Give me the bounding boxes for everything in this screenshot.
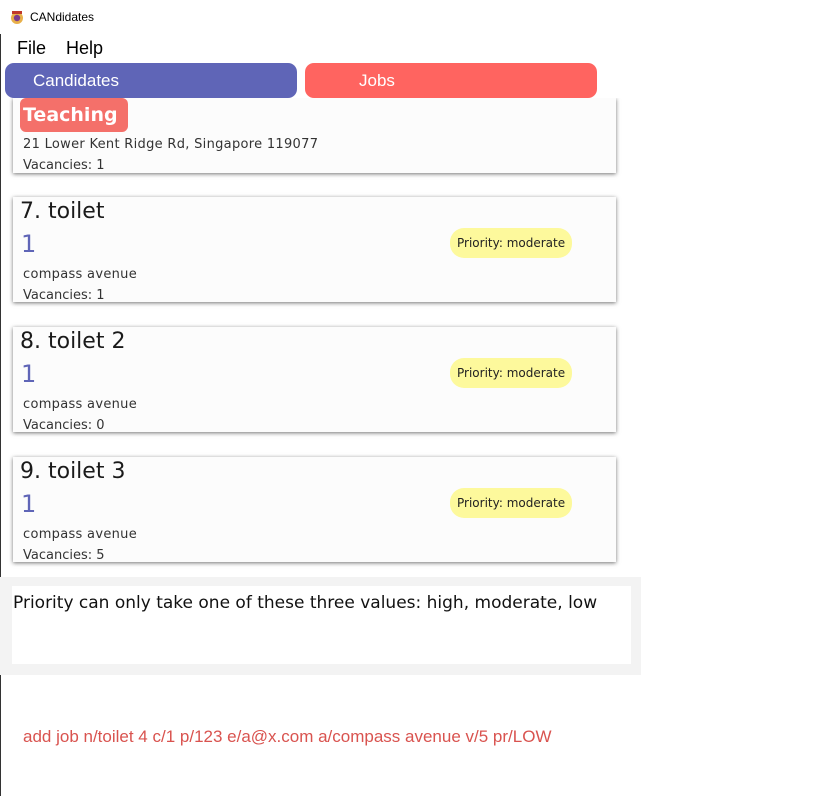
job-address: compass avenue — [23, 397, 137, 412]
result-message: Priority can only take one of these thre… — [13, 593, 598, 613]
app-logo-icon — [11, 11, 23, 24]
job-title: 7. toilet — [20, 199, 105, 224]
title-bar: CANdidates — [0, 0, 840, 34]
tag-badge: Teaching — [20, 98, 128, 132]
window-title: CANdidates — [30, 10, 95, 24]
priority-badge: Priority: moderate — [450, 358, 573, 388]
job-card-partial[interactable]: Teaching 21 Lower Kent Ridge Rd, Singapo… — [13, 98, 616, 173]
job-company: 1 — [21, 230, 37, 258]
job-vacancies: Vacancies: 1 — [23, 158, 105, 173]
job-title: 8. toilet 2 — [20, 329, 126, 354]
job-card[interactable]: 9. toilet 3 1 Priority: moderate compass… — [13, 457, 616, 562]
command-input[interactable]: add job n/toilet 4 c/1 p/123 e/a@x.com a… — [23, 727, 552, 747]
job-company: 1 — [21, 360, 37, 388]
job-vacancies: Vacancies: 0 — [23, 418, 105, 432]
result-panel: Priority can only take one of these thre… — [0, 577, 641, 675]
tab-jobs-label: Jobs — [359, 71, 395, 90]
job-company: 1 — [21, 490, 37, 518]
tab-candidates[interactable]: Candidates — [5, 63, 297, 98]
tab-candidates-label: Candidates — [33, 71, 120, 90]
priority-badge: Priority: moderate — [450, 228, 573, 258]
priority-badge: Priority: moderate — [450, 488, 573, 518]
job-address: compass avenue — [23, 527, 137, 542]
result-display[interactable]: Priority can only take one of these thre… — [12, 586, 631, 664]
job-title: 9. toilet 3 — [20, 459, 126, 484]
job-card[interactable]: 8. toilet 2 1 Priority: moderate compass… — [13, 327, 616, 432]
menu-bar: File Help — [0, 34, 840, 62]
menu-file[interactable]: File — [17, 38, 46, 59]
menu-help[interactable]: Help — [66, 38, 103, 59]
job-vacancies: Vacancies: 5 — [23, 548, 105, 562]
job-card[interactable]: 7. toilet 1 Priority: moderate compass a… — [13, 197, 616, 302]
job-list[interactable]: Teaching 21 Lower Kent Ridge Rd, Singapo… — [0, 98, 640, 572]
job-vacancies: Vacancies: 1 — [23, 288, 105, 302]
job-address: compass avenue — [23, 267, 137, 282]
tab-jobs[interactable]: Jobs — [305, 63, 597, 98]
job-address: 21 Lower Kent Ridge Rd, Singapore 119077 — [23, 137, 319, 152]
